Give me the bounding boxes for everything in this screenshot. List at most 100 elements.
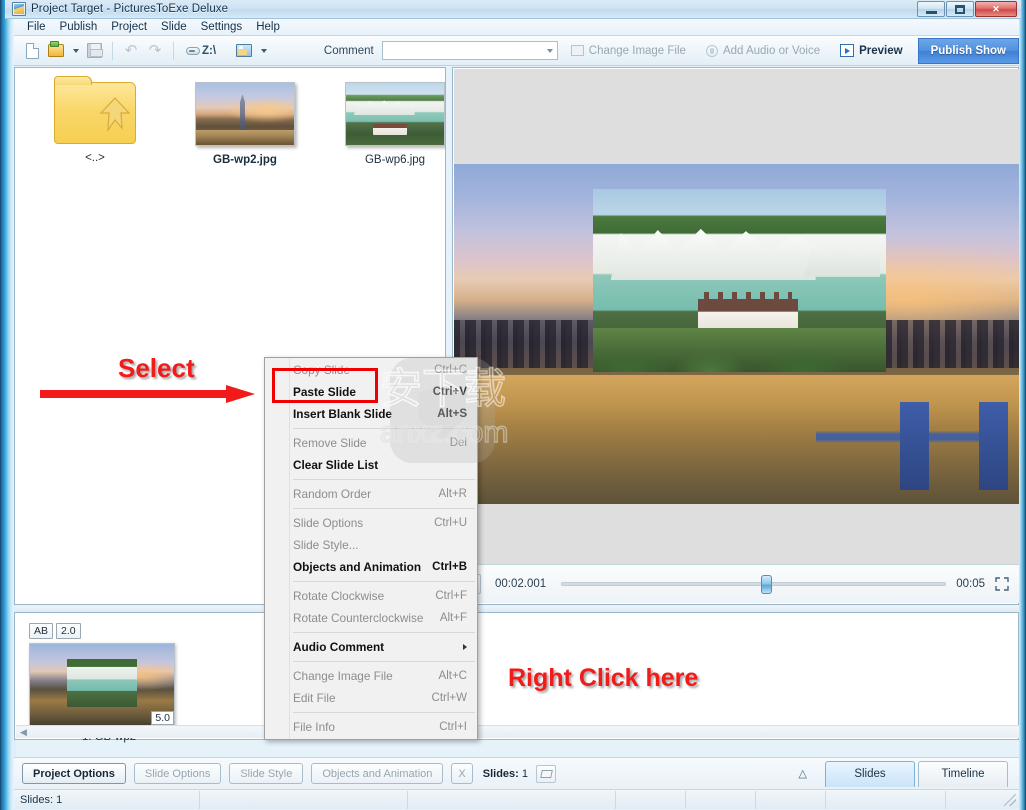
file-item-label: GB-wp2.jpg — [213, 154, 277, 166]
context-menu-item-accelerator: Ctrl+F — [435, 590, 467, 602]
fullscreen-icon[interactable] — [993, 575, 1011, 593]
close-x-button[interactable]: X — [451, 763, 473, 784]
slide-list-horizontal-scrollbar[interactable]: ◀ — [16, 725, 1019, 738]
add-audio-or-voice-button[interactable]: Add Audio or Voice — [699, 40, 827, 62]
preview-pane: 00:02.001 00:05 — [452, 67, 1019, 605]
menu-help[interactable]: Help — [249, 20, 287, 34]
seek-thumb[interactable] — [761, 575, 773, 594]
slide-badge-total: 5.0 — [151, 711, 174, 725]
scroll-left-icon[interactable]: ◀ — [20, 727, 27, 738]
context-menu-item-label: Clear Slide List — [293, 458, 379, 472]
comment-label: Comment — [323, 44, 374, 57]
menu-settings[interactable]: Settings — [194, 20, 250, 34]
slide-view-icon — [539, 769, 553, 778]
context-menu-item-accelerator: Alt+S — [437, 408, 467, 420]
menu-project[interactable]: Project — [104, 20, 154, 34]
context-menu-item-accelerator: Ctrl+B — [432, 561, 467, 573]
context-menu-item-objects-and-animation[interactable]: Objects and Animation Ctrl+B — [265, 556, 477, 578]
context-menu-item-accelerator: Del — [449, 437, 467, 449]
open-folder-icon[interactable] — [45, 40, 67, 62]
comment-input[interactable] — [381, 41, 558, 60]
context-menu-item-slide-options: Slide Options Ctrl+U — [265, 512, 477, 534]
context-menu-item-label: Edit File — [293, 691, 336, 705]
menu-slide[interactable]: Slide — [154, 20, 194, 34]
annotation-right-click-text: Right Click here — [508, 664, 699, 692]
bottom-toolbar: Project Options Slide Options Slide Styl… — [14, 757, 1019, 789]
objects-and-animation-button[interactable]: Objects and Animation — [311, 763, 444, 784]
image-settings-dropdown-icon[interactable] — [257, 40, 269, 62]
preview-letterbox-top — [454, 69, 1019, 164]
chevron-down-icon[interactable] — [546, 48, 553, 53]
slide-options-button[interactable]: Slide Options — [133, 763, 222, 784]
context-menu-item-slide-style: Slide Style... — [265, 534, 477, 556]
slides-count-value: 1 — [521, 767, 529, 780]
context-menu-item-label: Audio Comment — [293, 640, 385, 654]
total-time-label: 00:05 — [956, 578, 985, 590]
publish-show-label: Publish Show — [930, 44, 1006, 57]
seek-slider[interactable] — [561, 575, 947, 594]
app-icon — [12, 2, 26, 16]
image-file-icon — [570, 45, 584, 56]
context-menu-separator — [293, 712, 475, 713]
application-window: Project Target - PicturesToExe Deluxe ✕ … — [0, 0, 1026, 810]
context-menu-item-accelerator: Alt+R — [438, 488, 467, 500]
collapse-panel-icon[interactable]: △ — [799, 767, 807, 780]
image-settings-icon[interactable] — [233, 40, 255, 62]
close-button[interactable]: ✕ — [975, 1, 1017, 17]
slide-badges: AB 2.0 — [29, 623, 189, 639]
slide-thumbnail[interactable]: 5.0 — [29, 643, 175, 726]
slide-badge-duration: 2.0 — [56, 623, 81, 639]
status-cell-2 — [200, 790, 408, 809]
drive-icon[interactable]: Z:\ — [181, 40, 221, 62]
play-icon — [840, 44, 855, 57]
context-menu-item-remove-slide: Remove Slide Del — [265, 432, 477, 454]
window-frame-right — [1019, 0, 1026, 810]
maximize-button[interactable] — [946, 1, 974, 17]
context-menu-item-label: Rotate Counterclockwise — [293, 611, 424, 625]
publish-show-button[interactable]: Publish Show — [917, 37, 1019, 64]
preview-stage[interactable] — [454, 164, 1019, 504]
menu-file[interactable]: File — [20, 20, 53, 34]
context-menu-separator — [293, 508, 475, 509]
project-options-button[interactable]: Project Options — [22, 763, 126, 784]
context-menu-item-audio-comment[interactable]: Audio Comment — [265, 636, 477, 658]
slide-badge-ab: AB — [29, 623, 54, 639]
minimize-button[interactable] — [917, 1, 945, 17]
change-image-file-button[interactable]: Change Image File — [564, 40, 693, 62]
new-document-icon[interactable] — [21, 40, 43, 62]
context-menu-separator — [293, 661, 475, 662]
context-menu-item-rotate-clockwise: Rotate Clockwise Ctrl+F — [265, 585, 477, 607]
context-menu-item-accelerator: Ctrl+I — [439, 721, 467, 733]
context-menu-item-paste-slide[interactable]: Paste Slide Ctrl+V — [265, 381, 477, 403]
file-item-gb-wp6[interactable]: GB-wp6.jpg — [345, 82, 445, 166]
redo-icon[interactable]: ↷ — [144, 40, 166, 62]
context-menu-item-label: Paste Slide — [293, 385, 356, 399]
slide-view-toggle-button[interactable] — [536, 764, 557, 783]
context-menu-item-label: Insert Blank Slide — [293, 407, 392, 421]
microphone-icon — [705, 44, 718, 57]
context-menu-item-label: Rotate Clockwise — [293, 589, 385, 603]
open-dropdown-icon[interactable] — [69, 40, 81, 62]
slide-style-button[interactable]: Slide Style — [229, 763, 304, 784]
file-item-gb-wp2[interactable]: GB-wp2.jpg — [195, 82, 295, 166]
context-menu-item-label: Remove Slide — [293, 436, 367, 450]
undo-icon[interactable]: ↶ — [120, 40, 142, 62]
save-icon[interactable] — [83, 40, 105, 62]
resize-grip-icon[interactable] — [1004, 793, 1016, 806]
preview-button[interactable]: Preview — [833, 40, 909, 62]
tab-timeline[interactable]: Timeline — [918, 760, 1008, 787]
context-menu-item-clear-slide-list[interactable]: Clear Slide List — [265, 454, 477, 476]
current-time-label: 00:02.001 — [495, 578, 547, 590]
context-menu-item-label: File Info — [293, 720, 335, 734]
context-menu-item-rotate-counterclockwise: Rotate Counterclockwise Alt+F — [265, 607, 477, 629]
context-menu-item-accelerator: Ctrl+V — [432, 386, 467, 398]
file-item-parent-folder[interactable]: <..> — [45, 76, 145, 166]
menu-publish[interactable]: Publish — [53, 20, 105, 34]
foreground-slide-image[interactable] — [593, 189, 886, 372]
toolbar: ↶ ↷ Z:\ Comment Change Image File Add Au… — [14, 36, 1019, 66]
context-menu-separator — [293, 581, 475, 582]
context-menu-items: Copy Slide Ctrl+C Paste Slide Ctrl+V Insert … — [265, 359, 477, 738]
tab-slides[interactable]: Slides — [825, 760, 915, 787]
status-bar: Slides: 1 — [14, 789, 1019, 809]
context-menu-item-insert-blank-slide[interactable]: Insert Blank Slide Alt+S — [265, 403, 477, 425]
